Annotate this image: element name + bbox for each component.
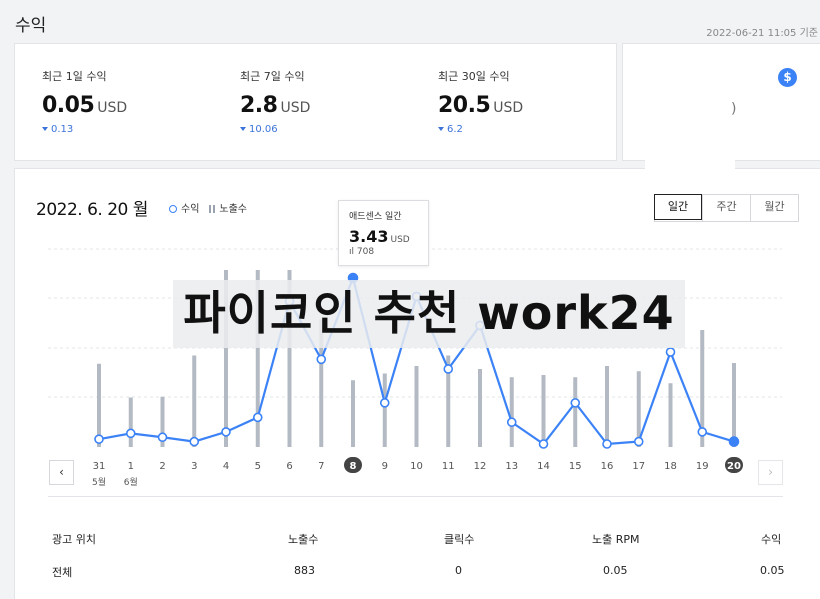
revenue-point bbox=[728, 436, 740, 447]
table-header-rpm: 노출 RPM bbox=[592, 533, 640, 546]
revenue-point bbox=[221, 427, 231, 437]
table-cell-impressions: 883 bbox=[294, 564, 315, 577]
tooltip-impressions: ıl 708 bbox=[349, 247, 375, 257]
x-tick-label: 20 bbox=[727, 461, 741, 472]
tooltip-title: 애드센스 일간 bbox=[349, 212, 402, 222]
impressions-bar bbox=[732, 363, 736, 447]
revenue-point bbox=[697, 427, 708, 437]
revenue-point bbox=[252, 412, 263, 423]
x-tick-label: 10 bbox=[410, 461, 423, 472]
impressions-bar bbox=[509, 377, 514, 447]
x-tick-label: 18 bbox=[664, 461, 677, 472]
watermark-overlay: 파이코인 추천 work24 bbox=[173, 280, 685, 348]
month-label: 6월 bbox=[124, 476, 138, 488]
chevron-right-icon: › bbox=[768, 465, 773, 479]
revenue-point bbox=[379, 398, 390, 408]
table-cell-placement: 전체 bbox=[52, 566, 73, 579]
next-button[interactable]: › bbox=[758, 460, 783, 485]
revenue-point bbox=[125, 428, 136, 439]
revenue-point bbox=[94, 434, 104, 444]
x-tick-label: 8 bbox=[350, 461, 357, 472]
chart-tooltip: 애드센스 일간 3.43 USD ıl 708 bbox=[338, 200, 429, 266]
divider bbox=[48, 496, 783, 497]
impressions-bar bbox=[605, 366, 609, 447]
x-tick-label: 9 bbox=[382, 461, 388, 472]
revenue-point bbox=[665, 347, 676, 357]
impressions-bar bbox=[668, 383, 673, 447]
impressions-bar bbox=[478, 369, 482, 447]
x-tick-label: 13 bbox=[505, 461, 518, 472]
bar-chart-icon: ıl bbox=[349, 247, 357, 257]
x-tick-label: 7 bbox=[318, 461, 324, 472]
table-header-clicks: 클릭수 bbox=[444, 533, 475, 546]
impressions-bar bbox=[382, 373, 387, 447]
x-tick-label: 15 bbox=[569, 461, 582, 472]
x-tick-label: 19 bbox=[696, 461, 709, 472]
table-header-impressions: 노출수 bbox=[288, 533, 319, 546]
table-cell-rpm: 0.05 bbox=[603, 564, 628, 577]
table-header-revenue: 수익 bbox=[761, 533, 782, 546]
table-cell-clicks: 0 bbox=[455, 564, 462, 577]
revenue-point bbox=[157, 432, 168, 443]
revenue-point bbox=[602, 439, 612, 449]
x-tick-label: 4 bbox=[223, 461, 229, 472]
table-header-placement: 광고 위치 bbox=[52, 533, 96, 546]
revenue-point bbox=[316, 354, 327, 365]
impressions-bar bbox=[192, 355, 197, 447]
table-cell-revenue: 0.05 bbox=[760, 564, 785, 577]
x-tick-label: 5 bbox=[255, 461, 261, 472]
impressions-bar bbox=[541, 375, 546, 447]
tooltip-value: 3.43 USD bbox=[349, 227, 410, 246]
x-tick-label: 11 bbox=[442, 461, 455, 472]
impressions-bar bbox=[414, 366, 419, 447]
impressions-bar bbox=[351, 380, 355, 447]
revenue-point bbox=[506, 417, 517, 428]
x-tick-label: 16 bbox=[601, 461, 614, 472]
x-tick-label: 17 bbox=[632, 461, 645, 472]
month-label: 5월 bbox=[92, 476, 106, 488]
x-tick-label: 12 bbox=[474, 461, 487, 472]
x-tick-label: 1 bbox=[128, 461, 134, 472]
x-tick-label: 3 bbox=[191, 461, 197, 472]
impressions-bar bbox=[128, 397, 133, 447]
x-tick-label: 2 bbox=[159, 461, 165, 472]
revenue-point bbox=[189, 436, 200, 447]
revenue-point bbox=[443, 364, 454, 374]
revenue-point bbox=[538, 439, 549, 449]
revenue-point bbox=[570, 398, 581, 408]
prev-button[interactable]: ‹ bbox=[49, 460, 74, 485]
x-tick-label: 6 bbox=[286, 461, 292, 472]
revenue-point bbox=[633, 436, 644, 447]
chevron-left-icon: ‹ bbox=[59, 465, 64, 479]
x-tick-label: 31 bbox=[93, 461, 106, 472]
impressions-bar bbox=[573, 377, 578, 447]
x-tick-label: 14 bbox=[537, 461, 550, 472]
